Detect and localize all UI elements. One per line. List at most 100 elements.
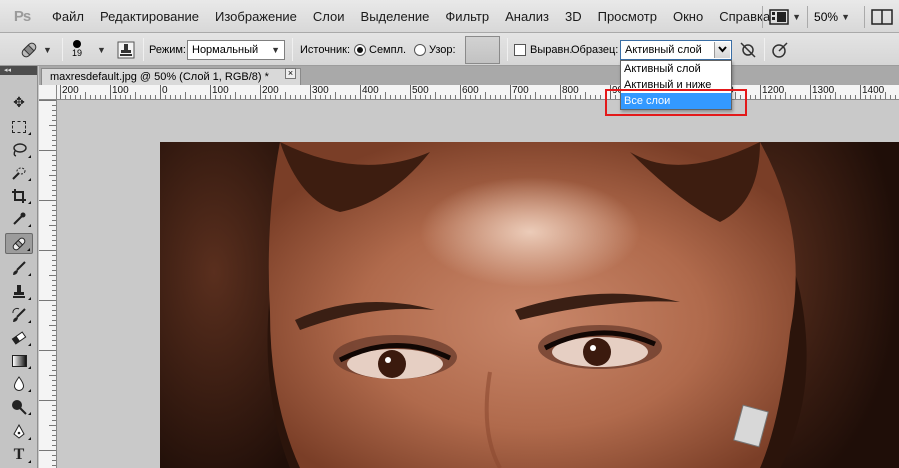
sample-select[interactable]: Активный слой — [620, 39, 732, 60]
document-tab[interactable]: maxresdefault.jpg @ 50% (Слой 1, RGB/8) … — [41, 68, 301, 85]
ruler-minor-tick — [49, 325, 56, 326]
ruler-minor-tick — [840, 95, 841, 99]
ruler-minor-tick — [185, 92, 186, 99]
checkbox-icon — [514, 43, 526, 56]
ruler-minor-tick — [52, 165, 56, 166]
clone-stamp-tool[interactable] — [5, 281, 33, 302]
screen-mode-icon[interactable]: ▼ — [769, 8, 801, 25]
menu-filter[interactable]: Фильтр — [437, 0, 497, 33]
ruler-major-tick — [110, 85, 111, 99]
ruler-minor-tick — [265, 95, 266, 99]
brush-dot-icon — [73, 40, 81, 48]
blur-tool[interactable] — [5, 373, 33, 394]
ruler-minor-tick — [52, 415, 56, 416]
blur-icon — [14, 375, 24, 391]
ruler-minor-tick — [245, 95, 246, 99]
ruler-minor-tick — [375, 95, 376, 99]
healing-brush-tool[interactable] — [5, 233, 33, 254]
ruler-major-tick — [360, 85, 361, 99]
mode-select[interactable]: Нормальный ▼ — [187, 39, 285, 60]
ruler-minor-tick — [52, 420, 56, 421]
ruler-minor-tick — [350, 95, 351, 99]
move-tool[interactable]: ✥ — [5, 92, 33, 113]
mode-select-value: Нормальный — [192, 43, 259, 56]
ruler-minor-tick — [735, 92, 736, 99]
menu-bar: Ps Файл Редактирование Изображение Слои … — [0, 0, 899, 33]
ruler-minor-tick — [52, 320, 56, 321]
ruler-minor-tick — [555, 95, 556, 99]
crop-icon — [12, 188, 26, 203]
ruler-minor-tick — [205, 95, 206, 99]
brush-icon — [13, 260, 26, 275]
menu-3d[interactable]: 3D — [557, 0, 590, 33]
pattern-swatch[interactable] — [465, 35, 500, 64]
menu-select[interactable]: Выделение — [353, 0, 438, 33]
marquee-tool[interactable] — [5, 116, 33, 137]
pressure-size-button[interactable] — [771, 33, 789, 66]
brush-panel-button[interactable] — [117, 33, 135, 66]
ruler-minor-tick — [52, 285, 56, 286]
eyedropper-tool[interactable] — [5, 208, 33, 229]
source-sampled-radio[interactable]: Семпл. — [354, 33, 406, 66]
brush-tool[interactable] — [5, 257, 33, 278]
eraser-tool[interactable] — [5, 327, 33, 348]
sample-dropdown-list: Активный слой Активный и ниже Все слои — [620, 60, 732, 110]
aligned-checkbox[interactable]: Выравн. — [514, 33, 572, 66]
ruler-minor-tick — [755, 95, 756, 99]
crop-tool[interactable] — [5, 185, 33, 206]
mode-label: Режим: — [149, 43, 186, 56]
pen-tool[interactable] — [5, 421, 33, 442]
ruler-minor-tick — [52, 345, 56, 346]
chevron-down-icon: ▼ — [97, 44, 106, 55]
sample-option-current-layer[interactable]: Активный слой — [621, 61, 731, 77]
gradient-tool[interactable] — [5, 350, 33, 371]
source-pattern-radio[interactable]: Узор: — [414, 33, 456, 66]
dodge-tool[interactable] — [5, 396, 33, 417]
ruler-minor-tick — [415, 95, 416, 99]
ruler-major-tick — [560, 85, 561, 99]
ignore-adjustment-layers-button[interactable] — [739, 33, 757, 66]
menu-image[interactable]: Изображение — [207, 0, 305, 33]
ruler-minor-tick — [180, 95, 181, 99]
history-brush-tool[interactable] — [5, 304, 33, 325]
portrait-photo[interactable] — [160, 142, 899, 468]
ruler-minor-tick — [250, 95, 251, 99]
brush-picker[interactable]: 19 — [72, 33, 82, 66]
pen-icon — [13, 423, 25, 439]
ruler-minor-tick — [365, 95, 366, 99]
type-tool[interactable]: T — [5, 444, 33, 465]
zoom-select[interactable]: 50% ▼ — [814, 10, 850, 24]
menu-analysis[interactable]: Анализ — [497, 0, 557, 33]
ruler-minor-tick — [850, 95, 851, 99]
vertical-ruler[interactable] — [39, 100, 57, 468]
ruler-minor-tick — [39, 450, 56, 451]
ruler-minor-tick — [52, 380, 56, 381]
tab-close-icon[interactable]: × — [285, 68, 296, 79]
sample-option-all-layers[interactable]: Все слои — [621, 93, 731, 109]
ruler-minor-tick — [120, 95, 121, 99]
ruler-minor-tick — [52, 120, 56, 121]
arrange-documents-icon[interactable] — [871, 8, 893, 25]
ruler-minor-tick — [52, 435, 56, 436]
ruler-minor-tick — [175, 95, 176, 99]
quick-select-tool[interactable] — [5, 162, 33, 183]
sample-select-arrow — [714, 41, 730, 58]
sample-option-current-and-below[interactable]: Активный и ниже — [621, 77, 731, 93]
menu-file[interactable]: Файл — [44, 0, 92, 33]
horizontal-ruler[interactable]: 2001000100200300400500600700800900100011… — [57, 85, 899, 100]
ruler-minor-tick — [875, 95, 876, 99]
sample-label: Образец: — [571, 43, 619, 56]
lasso-tool[interactable] — [5, 139, 33, 160]
menu-edit[interactable]: Редактирование — [92, 0, 207, 33]
menu-window[interactable]: Окно — [665, 0, 711, 33]
ruler-minor-tick — [52, 255, 56, 256]
menu-layer[interactable]: Слои — [305, 0, 353, 33]
ruler-minor-tick — [135, 92, 136, 99]
menu-view[interactable]: Просмотр — [590, 0, 665, 33]
ruler-minor-tick — [52, 105, 56, 106]
chevron-down-icon: ▼ — [43, 44, 52, 55]
tool-preset-picker[interactable]: ▼ — [18, 33, 52, 66]
ruler-origin[interactable] — [39, 85, 57, 100]
panel-collapse-handle[interactable]: ◂◂ — [0, 66, 37, 75]
ruler-minor-tick — [495, 95, 496, 99]
